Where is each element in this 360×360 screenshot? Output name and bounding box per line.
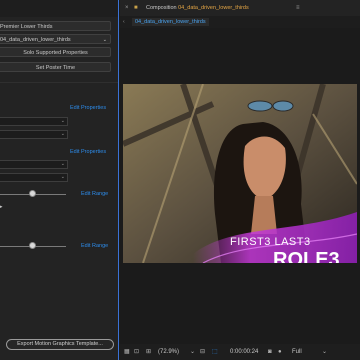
composition-name: 04_data_driven_lower_thirds — [178, 5, 249, 11]
slider-handle-2[interactable] — [29, 242, 36, 249]
edit-properties-link-1[interactable]: Edit Properties — [70, 104, 106, 112]
color-icon[interactable]: ● — [278, 346, 282, 358]
slider-tick-mark: ▸ — [0, 204, 3, 210]
breadcrumb-bar: ‹ 04_data_driven_lower_thirds — [120, 16, 360, 28]
frame-icon[interactable]: ⊡ — [134, 346, 139, 358]
edit-range-link-2[interactable]: Edit Range — [81, 242, 108, 250]
edit-range-link-1[interactable]: Edit Range — [81, 190, 108, 198]
property-field-2[interactable]: ⌄ — [0, 130, 68, 139]
frame-icon[interactable]: ⬚ — [212, 346, 218, 358]
breadcrumb-comp[interactable]: 04_data_driven_lower_thirds — [132, 18, 209, 26]
timecode[interactable]: 0:00:00:24 — [230, 346, 258, 358]
grid-icon[interactable]: ▦ — [124, 346, 130, 358]
comp-select-text: 04_data_driven_lower_thirds — [0, 37, 71, 43]
chevron-down-icon: ⌄ — [60, 161, 65, 167]
property-field-3[interactable]: ⌄ — [0, 160, 68, 169]
chevron-down-icon: ⌄ — [60, 118, 65, 124]
chevron-down-icon[interactable]: ⌄ — [190, 346, 195, 358]
comp-select[interactable]: 04_data_driven_lower_thirds ⌄ — [0, 34, 111, 44]
chevron-down-icon[interactable]: ⌄ — [322, 346, 327, 358]
viewer-controls: ▦ ⊡ ⊞ (72.9%) ⌄ ⊟ ⬚ 0:00:00:24 ◙ ● Full … — [120, 344, 360, 360]
poster-button-label: Set Poster Time — [35, 65, 76, 71]
chevron-down-icon: ⌄ — [60, 174, 65, 180]
panel-tab-strip — [0, 0, 118, 17]
mask-icon[interactable]: ⊞ — [146, 346, 151, 358]
grid-icon[interactable]: ⊟ — [200, 346, 205, 358]
slider-handle-1[interactable] — [29, 190, 36, 197]
lock-icon[interactable]: ■ — [134, 0, 138, 16]
property-field-1[interactable]: ⌄ — [0, 117, 68, 126]
composition-prefix: Composition — [146, 5, 177, 11]
camera-icon[interactable]: ◙ — [268, 346, 272, 358]
close-icon[interactable]: × — [125, 0, 129, 16]
composition-frame[interactable]: FIRST3 LAST3 ROLE3 — [123, 84, 357, 263]
lower-third-role: ROLE3 — [273, 249, 340, 263]
edit-properties-link-2[interactable]: Edit Properties — [70, 148, 106, 156]
export-motion-graphics-template-button[interactable]: Export Motion Graphics Template... — [6, 339, 114, 350]
menu-icon[interactable]: ≡ — [296, 0, 300, 16]
divider — [0, 82, 118, 83]
composition-tab[interactable]: Composition 04_data_driven_lower_thirds — [146, 5, 249, 11]
property-field-4[interactable]: ⌄ — [0, 173, 68, 182]
lower-third-name: FIRST3 LAST3 — [230, 236, 311, 248]
template-name-text: Premier Lower Thirds — [0, 24, 53, 30]
zoom-level[interactable]: (72.9%) — [158, 346, 179, 358]
resolution-select[interactable]: Full — [290, 346, 320, 358]
composition-viewer: × ■ Composition 04_data_driven_lower_thi… — [120, 0, 360, 360]
solo-button-label: Solo Supported Properties — [23, 50, 88, 56]
viewer-tab-bar: × ■ Composition 04_data_driven_lower_thi… — [120, 0, 360, 16]
chevron-down-icon: ⌄ — [102, 37, 107, 43]
arrow-left-icon[interactable]: ‹ — [123, 14, 125, 30]
essential-graphics-panel: Premier Lower Thirds 04_data_driven_lowe… — [0, 0, 119, 360]
chevron-down-icon: ⌄ — [60, 131, 65, 137]
template-name-field[interactable]: Premier Lower Thirds — [0, 21, 111, 31]
